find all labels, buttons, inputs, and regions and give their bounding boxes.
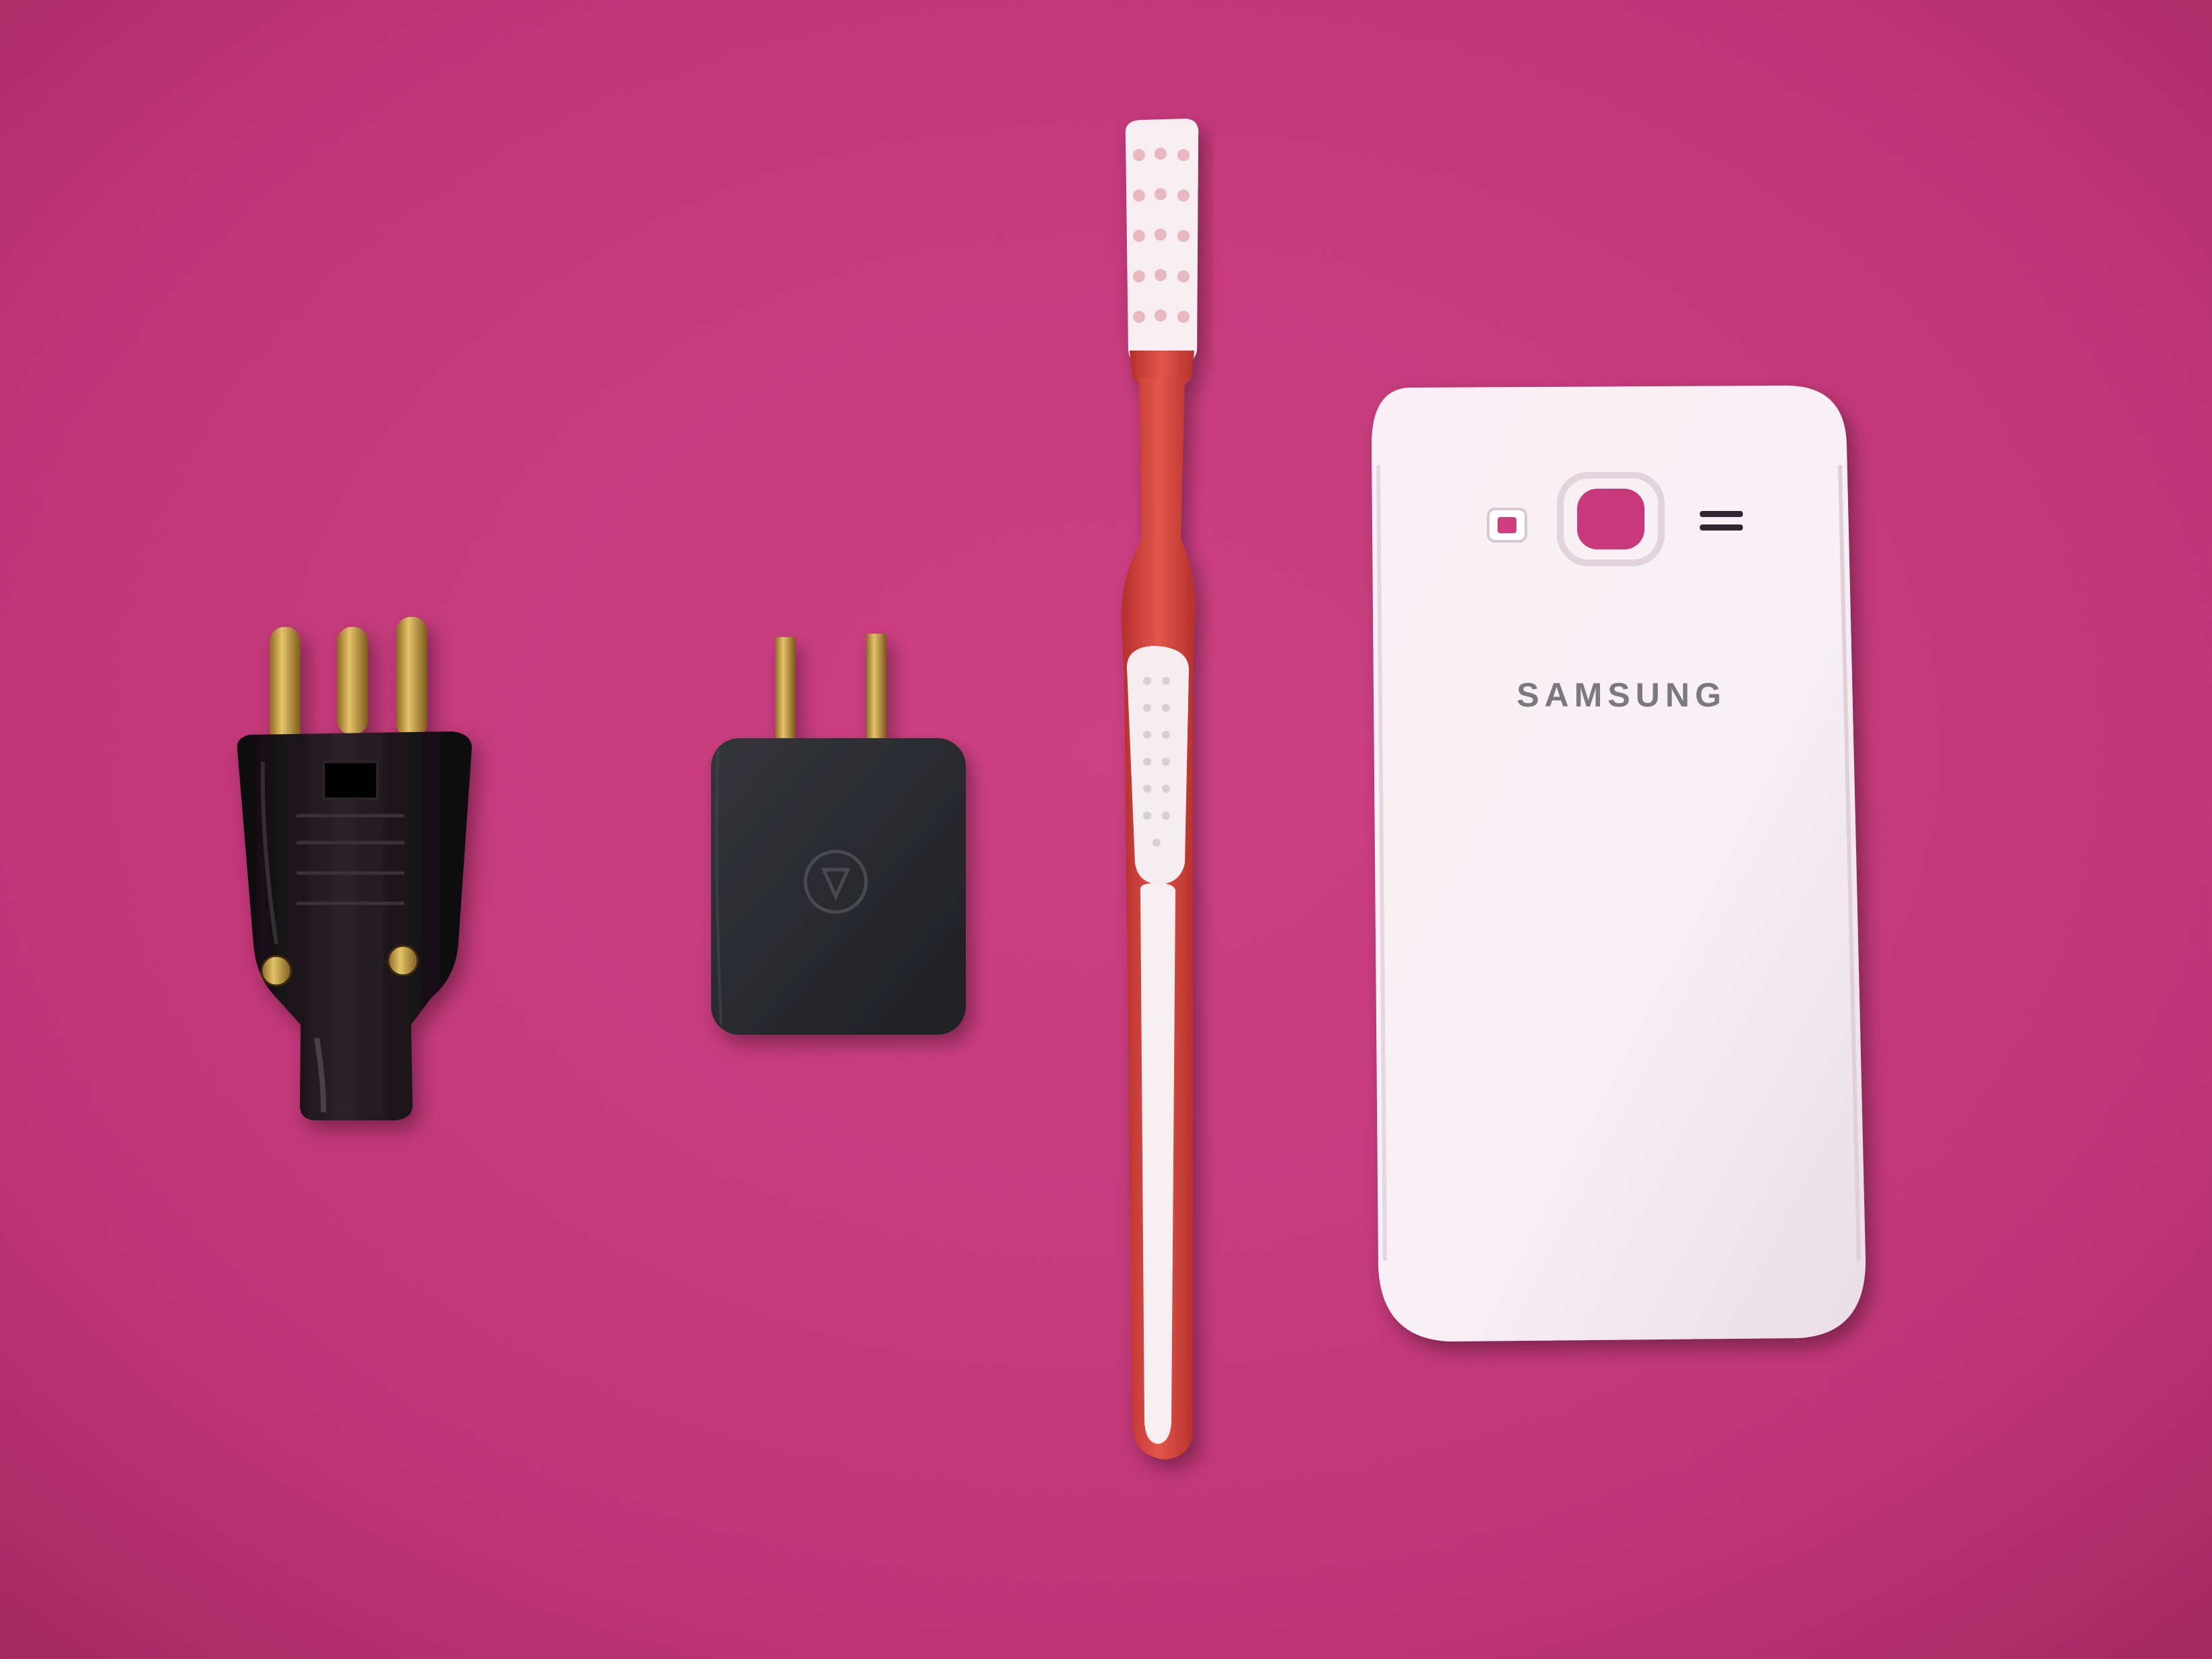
- speaker-grille: [1700, 511, 1743, 517]
- plug-pin-middle: [337, 627, 368, 735]
- plug-window: [322, 760, 379, 800]
- brand-logo-text: SAMSUNG: [1516, 676, 1727, 714]
- toothbrush: [1121, 119, 1199, 1459]
- adapter-prong-left: [775, 637, 795, 742]
- adapter-prong-right: [866, 634, 886, 742]
- toothbrush-grip-white: [1127, 646, 1189, 884]
- adapter-body: [711, 738, 966, 1035]
- photo-scene: SAMSUNG: [0, 0, 2212, 1659]
- photo-canvas: SAMSUNG: [0, 0, 2212, 1659]
- plug-pin-right: [396, 617, 427, 738]
- camera-cutout: [1577, 489, 1645, 549]
- toothbrush-stripe-white: [1140, 883, 1176, 1444]
- phone-back-cover: SAMSUNG: [1372, 386, 1866, 1341]
- plug-screw-right: [387, 944, 419, 977]
- plug-screw-left: [260, 955, 293, 987]
